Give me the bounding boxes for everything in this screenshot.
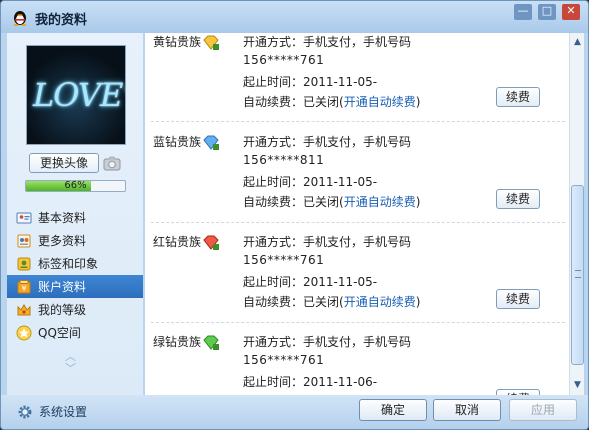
auto-renew-suffix: ) <box>415 195 421 209</box>
account-info-panel: 黄钻贵族 开通方式：手机支付，手机号码 156*****761 起止时间：201… <box>145 33 569 395</box>
scroll-up-icon[interactable]: ▲ <box>571 35 584 49</box>
membership-name: 绿钻贵族 <box>153 335 202 349</box>
membership-name: 黄钻贵族 <box>153 35 202 49</box>
system-settings-link[interactable]: 系统设置 <box>17 403 87 420</box>
camera-icon[interactable] <box>103 155 121 171</box>
sidebar-item-account[interactable]: ¥ 账户资料 <box>7 275 143 298</box>
cancel-button[interactable]: 取消 <box>433 399 501 421</box>
enable-auto-renew-link[interactable]: 开通自动续费 <box>344 295 416 309</box>
close-button[interactable]: ✕ <box>562 4 580 20</box>
red-diamond-icon <box>203 235 219 250</box>
progress-text: 66% <box>64 180 87 191</box>
profile-completion-bar: 66% <box>25 180 126 192</box>
window-controls: — □ ✕ <box>514 4 580 20</box>
entry-divider <box>151 322 565 323</box>
membership-entry-blue: 蓝钻贵族 开通方式：手机支付，手机号码 156*****811 起止时间：201… <box>145 133 569 233</box>
sidebar-nav: 基本资料 更多资料 标签和印象 ¥ 账户资料 我的等级 QQ空间 <box>7 206 143 344</box>
phone-number: 156*****811 <box>243 153 325 167</box>
auto-renew-suffix: ) <box>415 295 421 309</box>
phone-number: 156*****761 <box>243 253 325 267</box>
crown-icon <box>17 303 31 315</box>
content-scrollbar[interactable]: ▲ ▼ <box>569 33 584 395</box>
qq-penguin-icon <box>13 11 27 26</box>
account-icon: ¥ <box>17 279 31 293</box>
validity-period: 起止时间：2011-11-05- <box>243 75 378 89</box>
scroll-grip-icon <box>575 270 581 278</box>
renew-button[interactable]: 续费 <box>496 289 540 309</box>
sidebar-item-label: 基本资料 <box>38 211 87 225</box>
avatar-lettering: LOVE♡ <box>33 76 125 114</box>
ok-button[interactable]: 确定 <box>359 399 427 421</box>
payment-method: 开通方式：手机支付，手机号码 <box>243 335 412 349</box>
validity-period: 起止时间：2011-11-06- <box>243 375 378 389</box>
id-card-icon <box>16 212 32 223</box>
qzone-star-icon <box>16 325 32 340</box>
minimize-button[interactable]: — <box>514 4 532 20</box>
maximize-button[interactable]: □ <box>538 4 556 20</box>
payment-method: 开通方式：手机支付，手机号码 <box>243 235 412 249</box>
sidebar-item-tags[interactable]: 标签和印象 <box>7 252 143 275</box>
auto-renew-status: 自动续费：已关闭(开通自动续费) <box>243 93 420 110</box>
renew-button[interactable]: 续费 <box>496 189 540 209</box>
entry-divider <box>151 121 565 122</box>
membership-entry-red: 红钻贵族 开通方式：手机支付，手机号码 156*****761 起止时间：201… <box>145 233 569 333</box>
window-title: 我的资料 <box>35 13 88 28</box>
sidebar-item-level[interactable]: 我的等级 <box>7 298 143 321</box>
enable-auto-renew-link[interactable]: 开通自动续费 <box>344 195 416 209</box>
membership-name: 蓝钻贵族 <box>153 135 202 149</box>
sidebar-item-label: 账户资料 <box>38 280 87 294</box>
auto-renew-status: 自动续费：已关闭(开通自动续费) <box>243 293 420 310</box>
auto-renew-prefix: 自动续费：已关闭( <box>243 295 344 309</box>
validity-period: 起止时间：2011-11-05- <box>243 175 378 189</box>
auto-renew-prefix: 自动续费：已关闭( <box>243 95 344 109</box>
enable-auto-renew-link[interactable]: 开通自动续费 <box>344 95 416 109</box>
system-settings-label: 系统设置 <box>39 405 88 419</box>
sidebar-item-label: 更多资料 <box>38 234 87 248</box>
title-bar: 我的资料 — □ ✕ <box>1 1 588 33</box>
auto-renew-suffix: ) <box>415 95 421 109</box>
sidebar-item-label: QQ空间 <box>38 326 81 340</box>
scroll-down-icon[interactable]: ▼ <box>571 378 584 392</box>
tag-icon <box>17 257 31 270</box>
apply-button[interactable]: 应用 <box>509 399 577 421</box>
sidebar-item-qzone[interactable]: QQ空间 <box>7 321 143 344</box>
profile-window: 我的资料 — □ ✕ LOVE♡ 更换头像 66% 基本资料 <box>0 0 589 430</box>
auto-renew-prefix: 自动续费：已关闭( <box>243 195 344 209</box>
membership-entry-green: 绿钻贵族 开通方式：手机支付，手机号码 156*****761 起止时间：201… <box>145 333 569 395</box>
validity-period: 起止时间：2011-11-05- <box>243 275 378 289</box>
dialog-footer: 系统设置 确定 取消 应用 <box>1 395 588 429</box>
contacts-icon <box>17 234 31 247</box>
sidebar-scroll-arrows: ︿ ﹀ <box>65 351 76 375</box>
change-avatar-button[interactable]: 更换头像 <box>29 153 99 173</box>
sidebar: LOVE♡ 更换头像 66% 基本资料 更多资料 标签和印象 <box>7 33 143 395</box>
scroll-thumb[interactable] <box>571 185 584 365</box>
avatar: LOVE♡ <box>26 45 126 145</box>
sidebar-item-label: 标签和印象 <box>38 257 99 271</box>
blue-diamond-icon <box>203 135 219 150</box>
entry-divider <box>151 222 565 223</box>
renew-button[interactable]: 续费 <box>496 87 540 107</box>
phone-number: 156*****761 <box>243 353 325 367</box>
green-diamond-icon <box>203 335 219 350</box>
membership-name: 红钻贵族 <box>153 235 202 249</box>
membership-entry-yellow: 黄钻贵族 开通方式：手机支付，手机号码 156*****761 起止时间：201… <box>145 33 569 133</box>
yellow-diamond-icon <box>203 35 219 50</box>
sidebar-scroll-down-icon[interactable]: ﹀ <box>65 363 76 375</box>
payment-method: 开通方式：手机支付，手机号码 <box>243 135 412 149</box>
sidebar-item-more-info[interactable]: 更多资料 <box>7 229 143 252</box>
sidebar-item-basic-info[interactable]: 基本资料 <box>7 206 143 229</box>
payment-method: 开通方式：手机支付，手机号码 <box>243 35 412 49</box>
auto-renew-status: 自动续费：已关闭(开通自动续费) <box>243 193 420 210</box>
gear-icon <box>18 405 32 418</box>
sidebar-item-label: 我的等级 <box>38 303 87 317</box>
svg-text:¥: ¥ <box>21 284 26 293</box>
phone-number: 156*****761 <box>243 53 325 67</box>
